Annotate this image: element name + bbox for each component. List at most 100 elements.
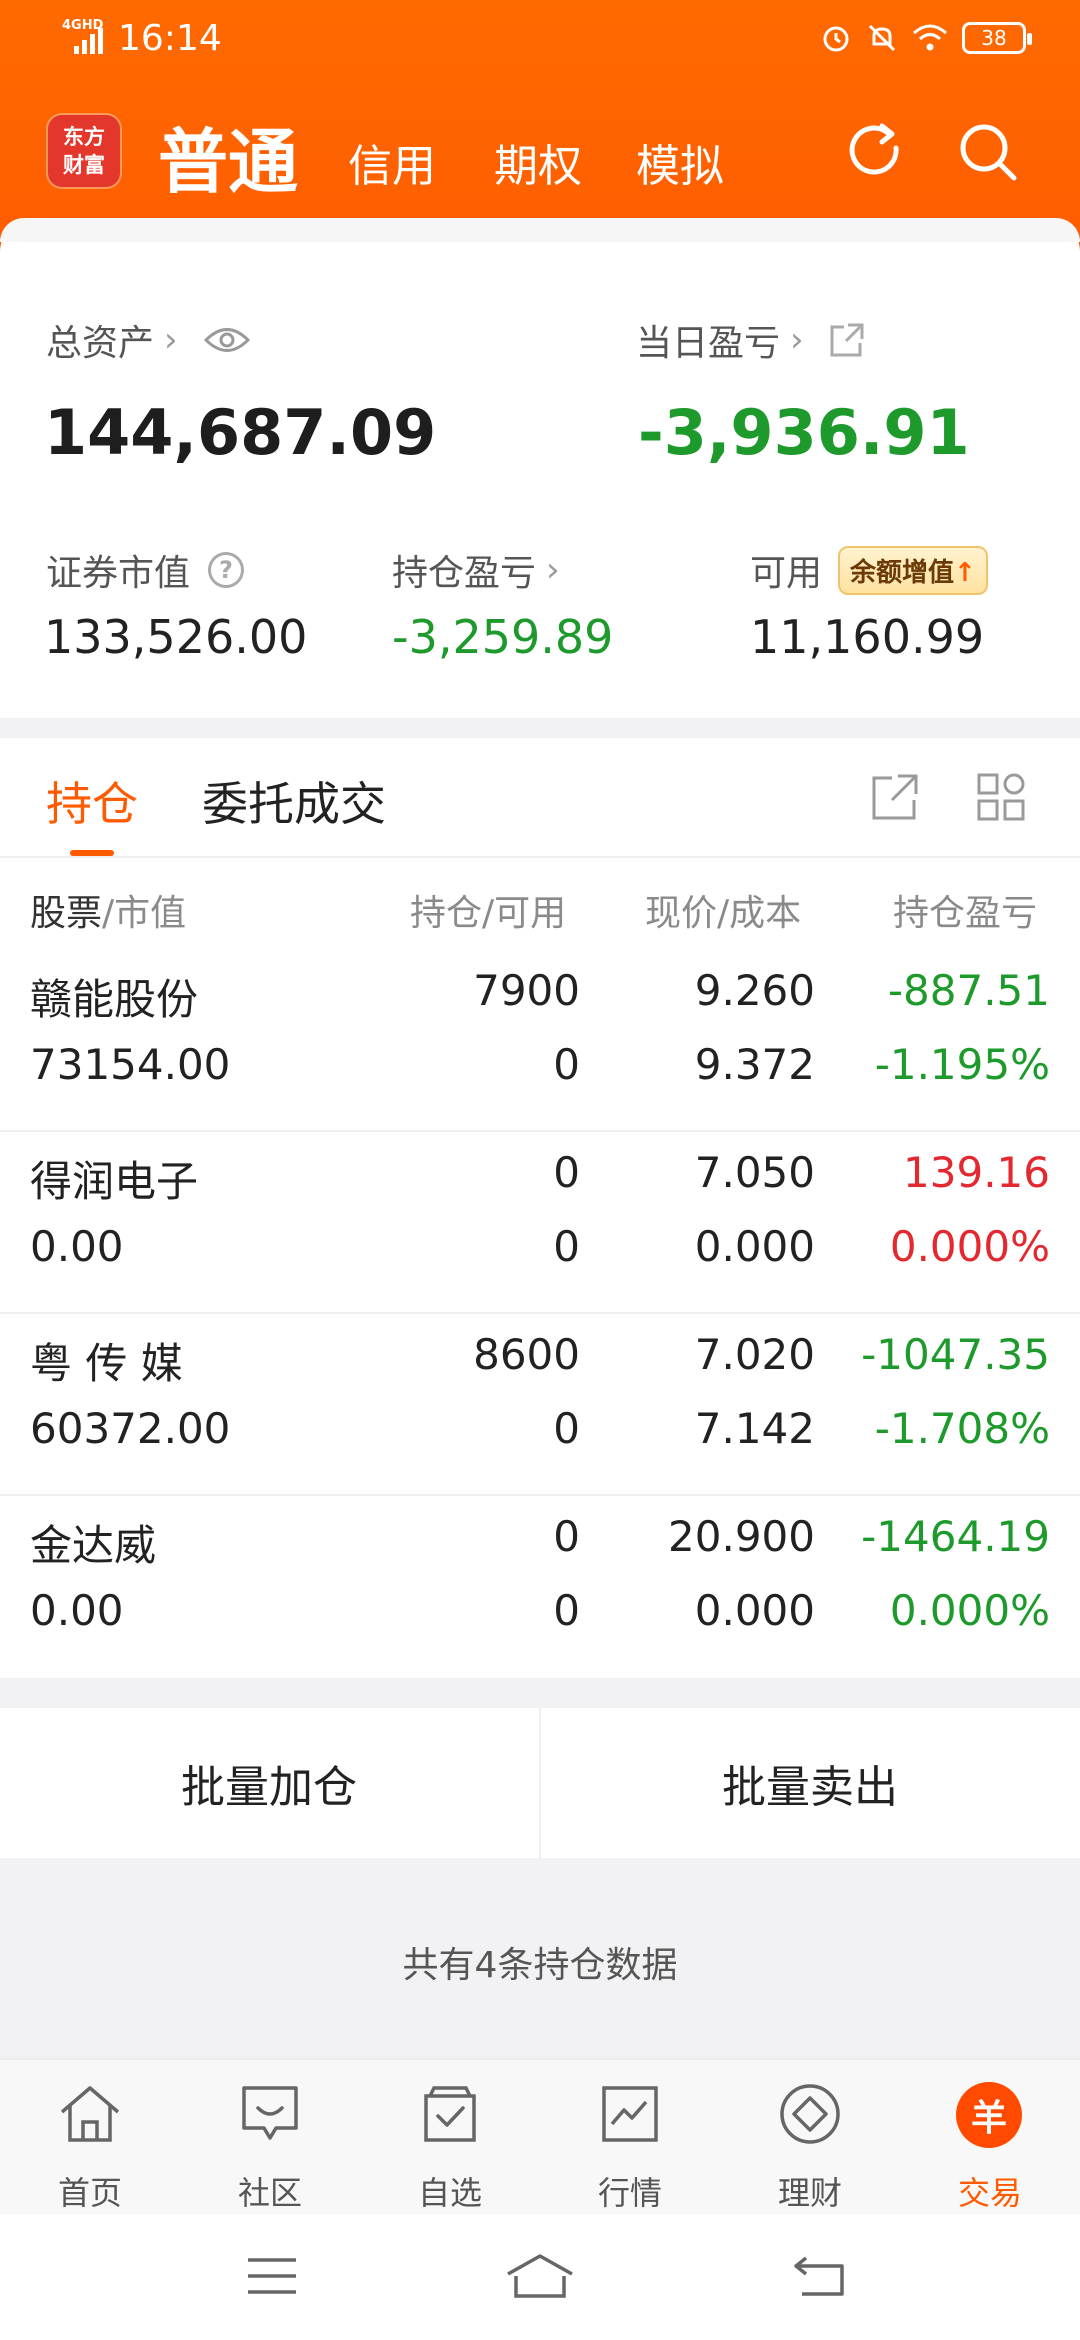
alarm-icon: [823, 26, 849, 52]
position-pnl-pct: 0.000%: [889, 1222, 1050, 1271]
daily-pnl-label-row[interactable]: 当日盈亏 ›: [636, 314, 866, 366]
batch-sell-button[interactable]: 批量卖出: [541, 1708, 1079, 1858]
grid-layout-icon[interactable]: [976, 772, 1026, 822]
tab-normal[interactable]: 普通: [158, 106, 298, 207]
tab-positions[interactable]: 持仓: [46, 768, 138, 834]
help-icon[interactable]: ?: [208, 552, 245, 588]
export-icon[interactable]: [870, 772, 920, 822]
logo-text-line1: 东方: [63, 124, 105, 149]
asset-summary-card: 总资产 › 144,687.09 当日盈亏 › -3,936.91 证券市值 ?…: [0, 218, 1080, 718]
signal-icon: 4GHD: [60, 18, 114, 58]
system-nav-bar: [0, 2214, 1080, 2340]
bottom-nav: 首页 社区 自选 行情 理财 羊 交易: [0, 2058, 1080, 2214]
stock-market-value: 0.00: [30, 1222, 124, 1271]
menu-icon[interactable]: [244, 2252, 300, 2300]
position-pnl-label: 持仓盈亏: [392, 553, 537, 594]
position-pnl: -887.51: [887, 966, 1050, 1015]
market-value-label: 证券市值: [46, 553, 191, 594]
cost-price: 9.372: [694, 1040, 815, 1089]
home-icon: [60, 2086, 120, 2142]
tab-credit[interactable]: 信用: [348, 130, 436, 194]
cost-price: 0.000: [694, 1222, 815, 1271]
batch-actions: 批量加仓 批量卖出: [0, 1708, 1080, 1858]
holding-qty: 0: [553, 1148, 580, 1197]
app-logo: 东方 财富: [48, 115, 120, 187]
status-bar: 4GHD 16:14 38: [0, 0, 1080, 82]
table-row[interactable]: 金达威 0.00 0 0 20.900 0.000 -1464.19 0.000…: [0, 1496, 1080, 1678]
community-icon: [242, 2086, 298, 2140]
account-type-nav: 东方 财富 普通 信用 期权 模拟: [0, 100, 1080, 210]
eye-icon[interactable]: [203, 325, 250, 355]
nav-watchlist[interactable]: 自选: [360, 2060, 540, 2216]
market-value-label-row: 证券市值 ?: [46, 544, 245, 596]
col-header-stock-main: 股票: [30, 893, 103, 934]
holding-qty: 7900: [473, 966, 580, 1015]
total-assets-label: 总资产: [46, 323, 155, 364]
nav-label: 理财: [777, 2174, 842, 2212]
cost-price: 0.000: [694, 1586, 815, 1635]
battery-level: 38: [981, 26, 1007, 50]
batch-add-button[interactable]: 批量加仓: [0, 1708, 538, 1858]
watchlist-icon: [424, 2086, 476, 2142]
position-pnl-pct: 0.000%: [889, 1586, 1050, 1635]
battery-icon: 38: [962, 22, 1032, 54]
available-label-row: 可用 余额增值↑: [750, 544, 988, 596]
tab-orders-trades[interactable]: 委托成交: [202, 768, 386, 834]
col-header-stock: 股票/市值: [30, 884, 186, 936]
balance-boost-text: 余额增值: [850, 557, 955, 588]
available-value: 11,160.99: [750, 610, 985, 664]
col-header-price: 现价/成本: [645, 893, 802, 934]
refresh-icon[interactable]: [842, 118, 910, 186]
cost-price: 7.142: [694, 1404, 815, 1453]
col-header-pnl: 持仓盈亏: [893, 893, 1038, 934]
chevron-right-icon: ›: [790, 320, 804, 360]
position-pnl: -1464.19: [861, 1512, 1050, 1561]
home-button-icon[interactable]: [504, 2252, 576, 2300]
clock: 16:14: [118, 18, 222, 59]
table-row[interactable]: 得润电子 0.00 0 0 7.050 0.000 139.16 0.000%: [0, 1132, 1080, 1314]
available-qty: 0: [553, 1040, 580, 1089]
stock-name: 粤 传 媒: [30, 1339, 183, 1388]
stock-name: 赣能股份: [30, 975, 199, 1024]
tab-options[interactable]: 期权: [494, 130, 582, 194]
balance-boost-badge[interactable]: 余额增值↑: [838, 545, 988, 595]
search-icon[interactable]: [954, 118, 1022, 186]
mute-icon: [868, 24, 896, 52]
position-pnl: 139.16: [903, 1148, 1050, 1197]
arrow-up-icon: ↑: [954, 557, 976, 588]
nav-trade[interactable]: 羊 交易: [900, 2060, 1080, 2216]
positions-section: 持仓 委托成交 股票/市值 持仓/可用 现价/成本 持仓盈亏 赣能股份 7315…: [0, 738, 1080, 1678]
logo-text-line2: 财富: [63, 152, 105, 177]
share-icon[interactable]: [828, 321, 866, 359]
nav-label: 行情: [597, 2174, 662, 2212]
chevron-right-icon: ›: [164, 320, 178, 360]
position-pnl-label-row[interactable]: 持仓盈亏 ›: [392, 544, 560, 596]
positions-count-note: 共有4条持仓数据: [402, 1945, 678, 1986]
holding-qty: 8600: [473, 1330, 580, 1379]
nav-label: 首页: [57, 2174, 122, 2212]
tab-simulated[interactable]: 模拟: [636, 130, 724, 194]
holding-qty: 0: [553, 1512, 580, 1561]
current-price: 7.020: [694, 1330, 815, 1379]
nav-wealth[interactable]: 理财: [720, 2060, 900, 2216]
market-icon: [602, 2086, 658, 2142]
nav-label: 自选: [417, 2174, 482, 2212]
back-icon[interactable]: [792, 2252, 848, 2300]
nav-market[interactable]: 行情: [540, 2060, 720, 2216]
nav-home[interactable]: 首页: [0, 2060, 180, 2216]
nav-label: 社区: [237, 2174, 302, 2212]
stock-name: 金达威: [30, 1521, 157, 1570]
nav-community[interactable]: 社区: [180, 2060, 360, 2216]
table-row[interactable]: 粤 传 媒 60372.00 8600 0 7.020 7.142 -1047.…: [0, 1314, 1080, 1496]
total-assets-label-row[interactable]: 总资产 ›: [46, 314, 250, 366]
table-row[interactable]: 赣能股份 73154.00 7900 0 9.260 9.372 -887.51…: [0, 950, 1080, 1132]
current-price: 20.900: [668, 1512, 815, 1561]
chevron-right-icon: ›: [546, 550, 560, 590]
daily-pnl-label: 当日盈亏: [636, 323, 781, 364]
current-price: 9.260: [694, 966, 815, 1015]
available-qty: 0: [553, 1586, 580, 1635]
stock-market-value: 73154.00: [30, 1040, 231, 1089]
market-value: 133,526.00: [44, 610, 308, 664]
available-qty: 0: [553, 1222, 580, 1271]
position-pnl: -1047.35: [861, 1330, 1050, 1379]
